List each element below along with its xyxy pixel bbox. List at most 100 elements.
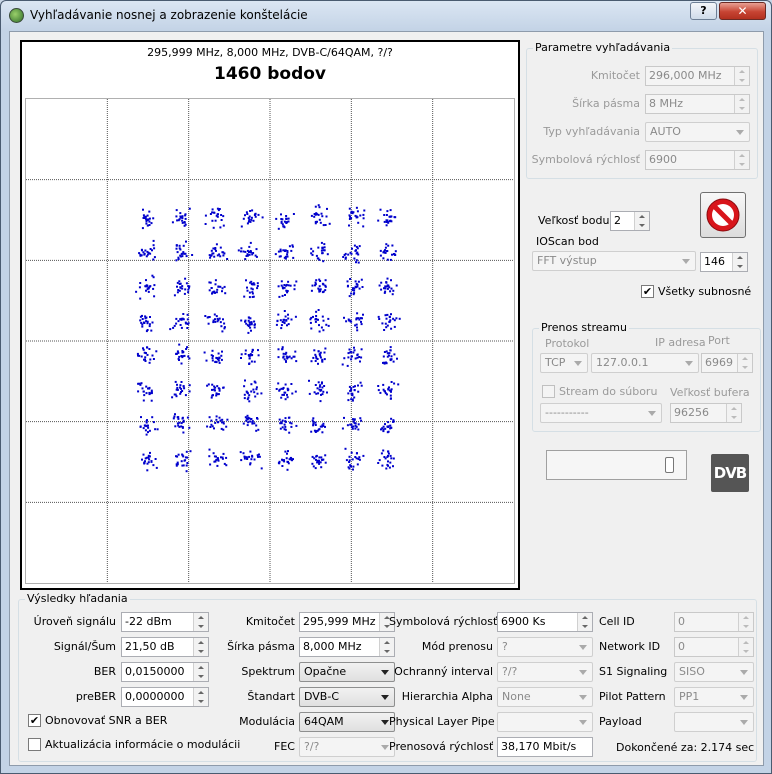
constellation-point bbox=[181, 453, 184, 456]
constellation-point bbox=[390, 279, 392, 282]
spinner-icon[interactable] bbox=[193, 613, 208, 631]
spinner-icon[interactable] bbox=[734, 95, 749, 113]
constellation-point bbox=[290, 383, 293, 385]
modulation-select[interactable]: 64QAM bbox=[299, 712, 395, 732]
refresh-snr-checkbox[interactable]: ✔ bbox=[28, 714, 41, 727]
spinner-icon[interactable] bbox=[732, 253, 747, 271]
constellation-point bbox=[324, 347, 327, 350]
guard-select[interactable]: ?/? bbox=[497, 662, 593, 682]
constellation-point bbox=[256, 287, 259, 290]
mode-select[interactable]: ? bbox=[497, 637, 593, 657]
constellation-point bbox=[249, 450, 252, 453]
constellation-point bbox=[391, 293, 394, 296]
constellation-point bbox=[388, 389, 391, 392]
spinner-icon[interactable] bbox=[734, 67, 749, 85]
constellation-point bbox=[181, 417, 184, 420]
constellation-point bbox=[183, 224, 186, 227]
constellation-point bbox=[326, 207, 328, 210]
constellation-point bbox=[343, 416, 345, 419]
constellation-point bbox=[384, 322, 387, 325]
close-button[interactable]: ✕ bbox=[719, 2, 766, 20]
constellation-point bbox=[218, 387, 221, 390]
stream-to-file-checkbox[interactable] bbox=[542, 385, 555, 398]
constellation-point bbox=[177, 357, 180, 360]
constellation-point bbox=[250, 329, 252, 332]
constellation-point bbox=[216, 288, 219, 291]
cell-id-field[interactable]: 0 bbox=[674, 612, 754, 632]
constellation-point bbox=[377, 385, 380, 387]
constellation-point bbox=[224, 292, 227, 295]
ip-select[interactable]: 127.0.0.1 bbox=[591, 353, 699, 373]
help-button[interactable]: ? bbox=[690, 2, 717, 20]
constellation-point bbox=[225, 425, 228, 428]
constellation-point bbox=[146, 320, 149, 323]
constellation-point bbox=[176, 386, 179, 389]
spinner-icon[interactable] bbox=[577, 613, 592, 631]
standard-select[interactable]: DVB-C bbox=[299, 687, 395, 707]
network-id-field[interactable]: 0 bbox=[674, 637, 754, 657]
constellation-point bbox=[310, 289, 313, 292]
ber-field[interactable]: 0,0150000 bbox=[121, 662, 209, 682]
constellation-point bbox=[240, 247, 243, 250]
constellation-point bbox=[354, 280, 357, 283]
protocol-select[interactable]: TCP bbox=[540, 353, 588, 373]
stop-button[interactable] bbox=[700, 192, 746, 238]
constellation-point bbox=[152, 244, 155, 247]
constellation-point bbox=[390, 457, 393, 460]
spinner-icon[interactable] bbox=[726, 404, 741, 422]
buffer-size-field[interactable]: 96256 bbox=[670, 403, 742, 423]
payload-select[interactable] bbox=[674, 712, 754, 732]
constellation-point bbox=[183, 387, 186, 390]
snr-field[interactable]: 21,50 dB bbox=[121, 637, 209, 657]
constellation-point bbox=[257, 428, 260, 431]
constellation-point bbox=[355, 206, 358, 209]
signal-level-field[interactable]: -22 dBm bbox=[121, 612, 209, 632]
stream-file-select[interactable]: ----------- bbox=[540, 403, 662, 423]
constellation-point bbox=[140, 254, 143, 257]
constellation-point bbox=[186, 318, 189, 321]
search-bandwidth-field[interactable]: 8 MHz bbox=[645, 94, 750, 114]
constellation-point bbox=[177, 417, 180, 420]
ioscan-point-field[interactable]: 146 bbox=[700, 252, 748, 272]
update-modulation-checkbox[interactable] bbox=[28, 738, 41, 751]
sr-field[interactable]: 6900 Ks bbox=[497, 612, 593, 632]
constellation-point bbox=[172, 326, 175, 329]
spinner-icon[interactable] bbox=[737, 354, 752, 372]
pilot-pattern-select[interactable]: PP1 bbox=[674, 687, 754, 707]
constellation-point bbox=[250, 218, 253, 221]
all-subcarriers-checkbox[interactable]: ✔ bbox=[641, 285, 654, 298]
constellation-point bbox=[293, 355, 296, 358]
fec-select[interactable]: ?/? bbox=[299, 737, 395, 757]
constellation-point bbox=[325, 323, 328, 326]
plp-select[interactable] bbox=[497, 712, 593, 732]
constellation-point bbox=[141, 325, 144, 328]
constellation-point bbox=[314, 320, 317, 323]
spinner-icon[interactable] bbox=[193, 688, 208, 706]
spinner-icon[interactable] bbox=[634, 212, 649, 230]
search-symbol-rate-field[interactable]: 6900 bbox=[645, 150, 750, 170]
title-bar[interactable]: Vyhľadávanie nosnej a zobrazenie konštel… bbox=[1, 1, 771, 31]
search-type-select[interactable]: AUTO bbox=[645, 122, 750, 142]
point-size-field[interactable]: 2 bbox=[610, 211, 650, 231]
hierarchy-select[interactable]: None bbox=[497, 687, 593, 707]
spectrum-select[interactable]: Opačne bbox=[299, 662, 395, 682]
constellation-point bbox=[176, 281, 179, 284]
bw-field[interactable]: 8,000 MHz bbox=[299, 637, 395, 657]
spinner-icon[interactable] bbox=[193, 638, 208, 656]
preber-value: 0,0000000 bbox=[125, 690, 185, 703]
s1-signaling-select[interactable]: SISO bbox=[674, 662, 754, 682]
constellation-point bbox=[176, 291, 179, 294]
constellation-point bbox=[214, 283, 217, 286]
search-frequency-field[interactable]: 296,000 MHz bbox=[645, 66, 750, 86]
ioscan-mode-select[interactable]: FFT výstup bbox=[532, 251, 696, 271]
port-field[interactable]: 6969 bbox=[701, 353, 753, 373]
bitrate-field[interactable]: 38,170 Mbit/s bbox=[497, 737, 593, 757]
spinner-icon[interactable] bbox=[193, 663, 208, 681]
spinner-icon[interactable] bbox=[734, 151, 749, 169]
freq-field[interactable]: 295,999 MHz bbox=[299, 612, 395, 632]
spinner-icon[interactable] bbox=[738, 613, 753, 631]
sr-label: Symbolová rýchlosť bbox=[389, 615, 498, 628]
constellation-point bbox=[255, 388, 258, 391]
preber-field[interactable]: 0,0000000 bbox=[121, 687, 209, 707]
spinner-icon[interactable] bbox=[738, 638, 753, 656]
